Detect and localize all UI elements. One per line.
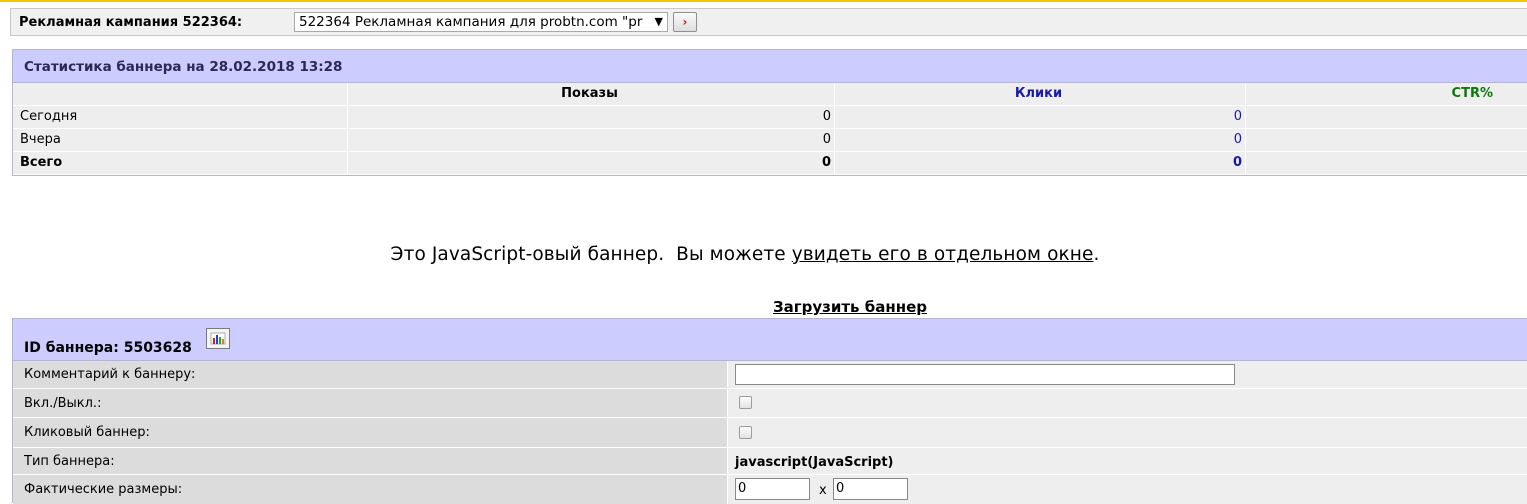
upload-banner-link[interactable]: Загрузить баннер [0, 298, 1527, 316]
chevron-down-icon: ▼ [654, 15, 663, 28]
row-clicks: 0 [835, 152, 1246, 174]
clickable-cell [728, 418, 1527, 447]
top-accent-line [0, 0, 1527, 2]
height-input[interactable]: 0 [833, 478, 908, 500]
comment-input[interactable] [735, 364, 1235, 385]
type-cell: javascript(JavaScript) [728, 448, 1527, 474]
stats-header-row: Показы Клики CTR% [13, 83, 1527, 106]
row-shows: 0 [348, 129, 835, 151]
comment-row: Комментарий к баннеру: [13, 361, 1527, 389]
stats-chart-button[interactable] [206, 328, 230, 349]
stats-col-clicks: Клики [835, 83, 1246, 105]
banner-stats-table: Статистика баннера на 28.02.2018 13:28 П… [12, 49, 1527, 176]
stats-title: Статистика баннера на 28.02.2018 13:28 [13, 50, 1527, 83]
table-row: Сегодня 0 0 [13, 106, 1527, 129]
enabled-row: Вкл./Выкл.: [13, 389, 1527, 418]
clickable-checkbox[interactable] [739, 426, 752, 439]
row-ctr [1246, 129, 1527, 151]
campaign-bar: Рекламная кампания 522364: 522364 Реклам… [10, 8, 1527, 36]
stats-col-ctr: CTR% [1451, 86, 1493, 101]
row-ctr [1246, 106, 1527, 128]
size-row: Фактические размеры: 0 x 0 [13, 475, 1527, 504]
size-label: Фактические размеры: [13, 475, 728, 504]
bar-chart-icon [210, 332, 226, 345]
row-clicks: 0 [835, 106, 1246, 128]
row-label: Вчера [13, 129, 348, 151]
row-clicks: 0 [835, 129, 1246, 151]
comment-label: Комментарий к баннеру: [13, 361, 728, 388]
enabled-cell [728, 389, 1527, 417]
clickable-row: Кликовый баннер: [13, 418, 1527, 448]
enabled-checkbox[interactable] [739, 396, 752, 409]
row-shows: 0 [348, 106, 835, 128]
row-ctr [1246, 152, 1527, 174]
stats-col-shows: Показы [348, 83, 835, 105]
banner-properties: ID баннера: 5503628 Комментарий к баннер… [12, 318, 1527, 504]
open-banner-window-link[interactable]: увидеть его в отдельном окне [792, 244, 1094, 265]
type-label: Тип баннера: [13, 448, 728, 474]
campaign-select-value: 522364 Рекламная кампания для probtn.com… [299, 14, 643, 30]
js-note-prefix: Это JavaScript-овый баннер. Вы можете [390, 244, 792, 265]
js-note-suffix: . [1093, 244, 1100, 265]
table-row-total: Всего 0 0 [13, 152, 1527, 175]
comment-cell [728, 361, 1527, 388]
js-banner-note: Это JavaScript-овый баннер. Вы можете ув… [0, 244, 1490, 265]
go-button[interactable]: › [673, 12, 697, 32]
size-separator: x [819, 483, 827, 498]
table-row: Вчера 0 0 [13, 129, 1527, 152]
banner-properties-header: ID баннера: 5503628 [13, 319, 1527, 361]
campaign-select[interactable]: 522364 Рекламная кампания для probtn.com… [294, 12, 668, 32]
banner-id-title: ID баннера: 5503628 [24, 340, 192, 356]
size-cell: 0 x 0 [728, 475, 1527, 504]
arrow-right-icon: › [682, 15, 688, 29]
row-shows: 0 [348, 152, 835, 174]
campaign-label: Рекламная кампания 522364: [19, 15, 243, 30]
row-label: Всего [13, 152, 348, 174]
row-label: Сегодня [13, 106, 348, 128]
stats-col-label [13, 83, 348, 105]
clickable-label: Кликовый баннер: [13, 418, 728, 447]
width-input[interactable]: 0 [735, 478, 810, 500]
enabled-label: Вкл./Выкл.: [13, 389, 728, 417]
type-row: Тип баннера: javascript(JavaScript) [13, 448, 1527, 475]
type-value: javascript(JavaScript) [735, 455, 894, 470]
